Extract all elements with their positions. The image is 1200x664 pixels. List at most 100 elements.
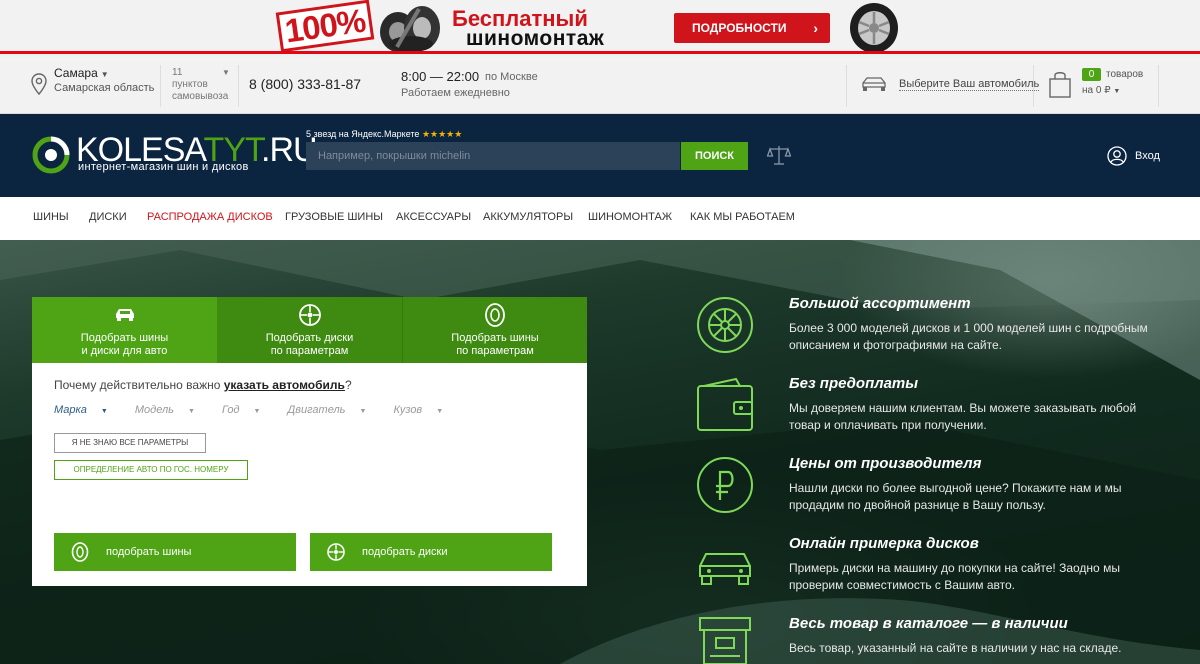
divider <box>1033 65 1034 107</box>
car-filters: Марка ▼ Модель ▼ Год ▼ Двигатель ▼ Кузов ▼ <box>54 404 467 416</box>
feature-title-no-prepay: Без предоплаты <box>789 375 919 392</box>
pickup-label-1: пунктов <box>172 79 208 90</box>
caret-down-icon: ▼ <box>359 408 367 415</box>
box-icon <box>699 617 751 664</box>
caret-down-icon: ▼ <box>187 408 195 415</box>
tab-car-selection[interactable]: Подобрать шины и диски для авто <box>32 297 217 363</box>
rating-stars: ★★★★★ <box>421 129 463 139</box>
tab-disks-by-params[interactable]: Подобрать диски по параметрам <box>217 297 402 363</box>
promo-banner[interactable]: 100% Бесплатный шиномонтаж ПОДРОБНОСТИ З… <box>0 0 1200 54</box>
search-button[interactable]: ПОИСК <box>681 142 748 170</box>
filter-body[interactable]: Кузов ▼ <box>393 404 455 416</box>
pickup-points-dropdown[interactable]: 11 пунктов самовывоза ▼ <box>172 67 232 103</box>
tab-label-1: Подобрать шины <box>451 332 539 344</box>
feature-title-prices: Цены от производителя <box>789 455 982 472</box>
logo-ring-icon[interactable] <box>32 136 70 174</box>
why-prefix: Почему действительно важно <box>54 378 224 392</box>
tab-label-1: Подобрать шины <box>80 332 169 344</box>
why-link: указать автомобиль <box>223 378 345 392</box>
caret-down-icon: ▼ <box>100 70 109 79</box>
pickup-label-2: самовывоза <box>172 91 229 102</box>
filter-model[interactable]: Модель ▼ <box>135 404 207 416</box>
user-icon[interactable] <box>1107 146 1127 166</box>
why-specify-car[interactable]: Почему действительно важно указать автом… <box>54 378 352 392</box>
working-hours: 8:00 — 22:00 <box>401 69 480 84</box>
pick-disks-button[interactable]: подобрать диски <box>310 533 552 571</box>
main-nav: ШИНЫ ДИСКИ РАСПРОДАЖА ДИСКОВ ГРУЗОВЫЕ ШИ… <box>0 197 1200 240</box>
city-selector[interactable]: Самара ▼ <box>54 66 109 80</box>
promo-title-service: шиномонтаж <box>466 27 605 50</box>
nav-item-tire-service[interactable]: ШИНОМОНТАЖ <box>588 211 672 223</box>
tire-wheel-icon <box>850 3 898 51</box>
logo-tagline: интернет-магазин шин и дисков <box>78 161 249 173</box>
feature-title-fitting: Онлайн примерка дисков <box>789 535 979 552</box>
caret-down-icon: ▼ <box>100 408 108 415</box>
login-link[interactable]: Вход <box>1135 150 1160 162</box>
tab-label-2: по параметрам <box>270 345 349 357</box>
city-name: Самара <box>54 66 98 80</box>
unknown-params-button[interactable]: Я НЕ ЗНАЮ ВСЕ ПАРАМЕТРЫ <box>54 433 206 453</box>
filter-label: Марка <box>54 404 87 416</box>
nav-item-disks[interactable]: ДИСКИ <box>89 211 127 223</box>
nav-item-disk-sale[interactable]: РАСПРОДАЖА ДИСКОВ <box>147 211 273 223</box>
caret-down-icon: ▼ <box>253 408 261 415</box>
promo-details-button[interactable]: ПОДРОБНОСТИ ЗДЕСЬ › <box>674 13 830 43</box>
pick-tires-button[interactable]: подобрать шины <box>54 533 296 571</box>
feature-title-assortment: Большой ассортимент <box>789 295 971 312</box>
nav-item-how-we-work[interactable]: КАК МЫ РАБОТАЕМ <box>690 211 795 223</box>
disk-icon <box>298 304 321 326</box>
filter-label: Модель <box>134 404 174 416</box>
yandex-rating[interactable]: 5 звезд на Яндекс.Маркете ★★★★★ <box>306 129 462 140</box>
rating-market: Яндекс.Маркете <box>351 129 420 139</box>
filter-brand[interactable]: Марка ▼ <box>54 404 120 416</box>
pick-disks-label: подобрать диски <box>362 546 448 558</box>
cart-sum[interactable]: на 0 ₽ ▼ <box>1082 85 1120 96</box>
select-car-link[interactable]: Выберите Ваш автомобиль <box>899 78 1040 91</box>
disk-icon <box>327 543 345 561</box>
promo-details-label: ПОДРОБНОСТИ ЗДЕСЬ <box>692 21 787 35</box>
compare-scales-icon[interactable] <box>767 144 791 166</box>
daily-label: Работаем ежедневно <box>401 87 510 99</box>
nav-item-accessories[interactable]: АКСЕССУАРЫ <box>396 211 471 223</box>
cart-items-label: товаров <box>1106 69 1144 80</box>
feature-text-fitting: Примерь диски на машину до покупки на са… <box>789 561 1120 592</box>
filter-engine[interactable]: Двигатель ▼ <box>288 404 379 416</box>
tab-label-2: по параметрам <box>456 345 534 357</box>
pick-tires-label: подобрать шины <box>106 546 192 558</box>
filter-year[interactable]: Год ▼ <box>222 404 273 416</box>
promo-badge: 100% <box>275 0 375 51</box>
tires-pile-icon <box>380 6 440 51</box>
search-input[interactable] <box>306 142 680 170</box>
feature-text-assortment: Более 3 000 моделей дисков и 1 000 модел… <box>789 321 1148 352</box>
caret-down-icon: ▼ <box>1113 88 1121 95</box>
info-bar: Самара ▼ Самарская область 11 пунктов сам… <box>0 57 1200 114</box>
divider <box>160 65 161 107</box>
location-pin-icon <box>31 73 47 95</box>
rating-prefix: 5 звезд на <box>306 129 352 139</box>
tab-tires-by-params[interactable]: Подобрать шины по параметрам <box>402 297 587 363</box>
car-icon <box>115 309 134 321</box>
divider <box>846 65 847 107</box>
nav-item-batteries[interactable]: АККУМУЛЯТОРЫ <box>483 211 573 223</box>
tire-icon <box>71 542 89 562</box>
feature-text-prices: Нашли диски по более выгодной цене? Пока… <box>789 481 1122 512</box>
plate-lookup-button[interactable]: ОПРЕДЕЛЕНИЕ АВТО ПО ГОС. НОМЕРУ <box>54 460 248 480</box>
nav-item-truck-tires[interactable]: ГРУЗОВЫЕ ШИНЫ <box>285 211 383 223</box>
cart-count-badge: 0 <box>1082 68 1101 81</box>
phone-number[interactable]: 8 (800) 333-81-87 <box>249 76 361 92</box>
chevron-right-icon: › <box>813 20 818 36</box>
tire-icon <box>485 303 505 327</box>
why-suffix: ? <box>344 378 352 392</box>
feature-title-in-stock: Весь товар в каталоге — в наличии <box>789 615 1068 632</box>
timezone-label: по Москве <box>485 71 538 83</box>
region-name: Самарская область <box>54 82 155 94</box>
caret-down-icon: ▼ <box>436 408 444 415</box>
car-icon <box>699 553 751 585</box>
nav-item-tires[interactable]: ШИНЫ <box>33 211 69 223</box>
tab-label-1: Подобрать диски <box>265 332 354 344</box>
car-selector-panel: Подобрать шины и диски для авто Подобрать… <box>32 297 587 586</box>
cart-sum-value: на 0 ₽ <box>1082 85 1111 96</box>
shopping-bag-icon[interactable] <box>1048 70 1072 98</box>
hero-section: Подобрать шины и диски для авто Подобрать… <box>0 240 1200 664</box>
filter-label: Двигатель <box>287 404 346 416</box>
